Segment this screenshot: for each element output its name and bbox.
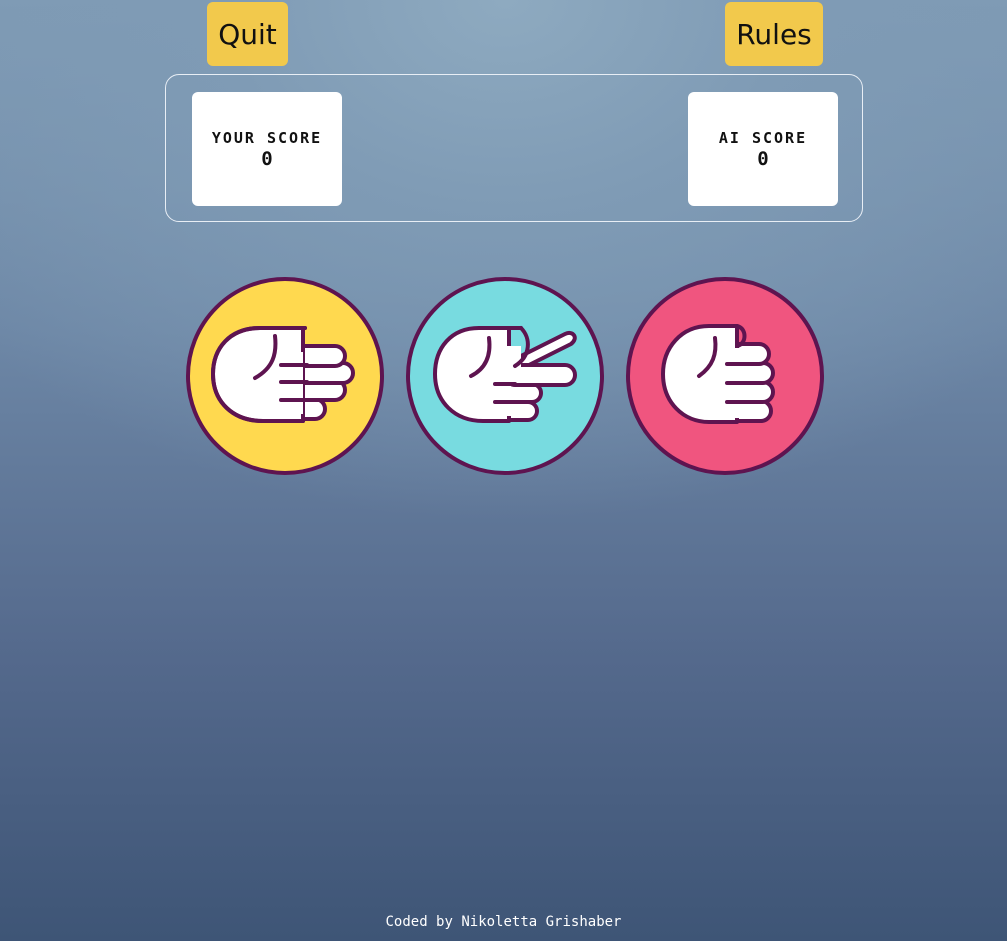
rules-button[interactable]: Rules — [725, 2, 823, 66]
rock-choice-button[interactable] — [625, 276, 825, 476]
scissors-choice-button[interactable] — [405, 276, 605, 476]
paper-hand-icon — [186, 277, 384, 475]
rock-fist-icon — [626, 277, 824, 475]
player-score-label: YOUR SCORE — [211, 129, 323, 147]
paper-choice-button[interactable] — [185, 276, 385, 476]
player-score-value: 0 — [261, 148, 273, 170]
ai-score-label: AI SCORE — [718, 129, 808, 147]
player-score-card: YOUR SCORE 0 — [192, 92, 342, 206]
scissors-hand-icon — [406, 277, 604, 475]
quit-button[interactable]: Quit — [207, 2, 288, 66]
footer-credit: Coded by Nikoletta Grishaber — [385, 914, 622, 930]
ai-score-value: 0 — [757, 148, 769, 170]
ai-score-card: AI SCORE 0 — [688, 92, 838, 206]
scoreboard: YOUR SCORE 0 AI SCORE 0 — [165, 74, 863, 222]
